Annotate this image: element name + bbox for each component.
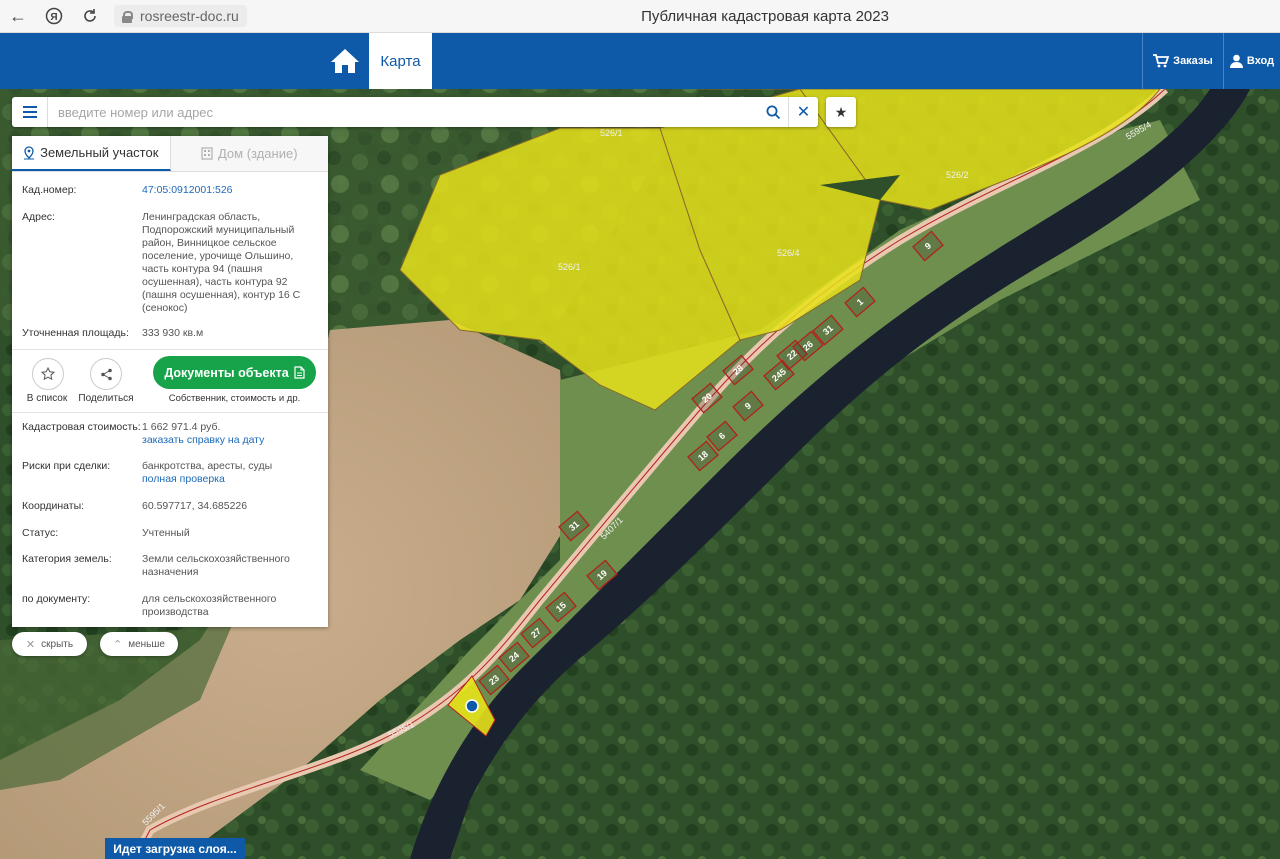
parcel-label: 526/4	[777, 248, 800, 258]
tab-house-label: Дом (здание)	[217, 146, 298, 161]
by-document-value: для сельскохозяйственного производства	[142, 593, 277, 618]
reload-icon[interactable]	[72, 0, 108, 33]
status-value: Учтенный	[142, 527, 190, 539]
location-pin-icon	[24, 145, 35, 159]
menu-button[interactable]	[12, 97, 48, 127]
hamburger-icon	[22, 106, 37, 118]
less-label: меньше	[128, 638, 165, 650]
tab-house[interactable]: Дом (здание)	[170, 136, 328, 171]
risks-value: банкротства, аресты, суды	[142, 460, 273, 472]
back-arrow-icon[interactable]: ←	[0, 0, 36, 33]
category-row: Категория земель: Земли сельскохозяйстве…	[22, 553, 318, 579]
user-icon	[1229, 54, 1243, 68]
object-documents-button[interactable]: Документы объекта	[153, 356, 316, 389]
parcel-label: 526/1	[558, 262, 581, 272]
browser-toolbar: ← Я rosreestr-doc.ru Публичная кадастров…	[0, 0, 1280, 33]
favorite-star-icon[interactable]: ★	[826, 97, 856, 127]
url-text: rosreestr-doc.ru	[140, 8, 239, 24]
login-button[interactable]: Вход	[1223, 33, 1280, 89]
docs-subtitle: Собственник, стоимость и др.	[168, 393, 301, 404]
hide-panel-button[interactable]: ✕ скрыть	[12, 632, 87, 656]
orders-button[interactable]: Заказы	[1142, 33, 1223, 89]
risks-row: Риски при сделки: банкротства, аресты, с…	[22, 460, 318, 486]
field-label: Уточненная площадь:	[22, 327, 129, 339]
clear-icon[interactable]: ✕	[788, 97, 818, 127]
search-button[interactable]	[758, 97, 788, 127]
tab-land-label: Земельный участок	[40, 145, 159, 160]
field-label: по документу:	[22, 593, 91, 605]
orders-label: Заказы	[1173, 55, 1213, 67]
document-icon	[294, 366, 305, 379]
share-icon	[100, 368, 112, 380]
cost-row: Кадастровая стоимость: 1 662 971.4 руб. …	[22, 421, 318, 447]
field-label: Кадастровая стоимость:	[22, 421, 141, 433]
field-label: Риски при сделки:	[22, 460, 111, 472]
share-label: Поделиться	[78, 393, 134, 404]
divider	[12, 412, 328, 413]
hide-label: скрыть	[41, 638, 74, 650]
share-button[interactable]	[90, 358, 122, 390]
docs-button-label: Документы объекта	[164, 365, 289, 380]
area-row: Уточненная площадь: 333 930 кв.м	[22, 327, 318, 340]
search-icon	[766, 105, 780, 119]
cad-number-link[interactable]: 47:05:0912001:526	[142, 184, 233, 196]
cost-value: 1 662 971.4 руб.	[142, 421, 221, 433]
parcel-label: 526/2	[946, 170, 969, 180]
yandex-icon[interactable]: Я	[36, 0, 72, 33]
selected-point-marker	[465, 699, 479, 713]
area-value: 333 930 кв.м	[142, 327, 204, 339]
svg-text:Я: Я	[50, 12, 57, 23]
less-button[interactable]: ⌃ меньше	[100, 632, 178, 656]
object-info-panel: Земельный участок Дом (здание) Кад.номер…	[12, 136, 328, 627]
field-label: Адрес:	[22, 211, 55, 223]
address-bar[interactable]: rosreestr-doc.ru	[114, 5, 247, 27]
field-label: Кад.номер:	[22, 184, 77, 196]
add-to-list-button[interactable]	[32, 358, 64, 390]
parcel-label: 526/1	[600, 128, 623, 138]
status-row: Статус: Учтенный	[22, 527, 318, 540]
panel-tabs: Земельный участок Дом (здание)	[12, 136, 328, 172]
address-value: Ленинградская область, Подпорожский муни…	[142, 211, 301, 314]
divider	[12, 349, 328, 350]
star-outline-icon	[41, 367, 55, 381]
cad-number-row: Кад.номер: 47:05:0912001:526	[22, 184, 318, 197]
building-icon	[201, 147, 213, 160]
close-icon: ✕	[25, 638, 36, 651]
by-document-row: по документу: для сельскохозяйственного …	[22, 593, 318, 619]
field-label: Координаты:	[22, 500, 85, 512]
search-input[interactable]	[48, 104, 758, 120]
layer-loading-indicator: Идет загрузка слоя...	[105, 838, 245, 859]
order-certificate-link[interactable]: заказать справку на дату	[142, 434, 264, 446]
lock-icon	[122, 10, 133, 23]
coords-row: Координаты: 60.597717, 34.685226	[22, 500, 318, 513]
address-row: Адрес: Ленинградская область, Подпорожск…	[22, 211, 318, 315]
tab-land-plot[interactable]: Земельный участок	[12, 136, 171, 171]
cart-icon	[1153, 54, 1170, 68]
category-value: Земли сельскохозяйственного назначения	[142, 553, 290, 578]
login-label: Вход	[1246, 55, 1275, 67]
chevron-up-icon: ⌃	[113, 638, 123, 651]
search-bar: ✕	[12, 97, 818, 127]
full-check-link[interactable]: полная проверка	[142, 473, 225, 485]
coords-value: 60.597717, 34.685226	[142, 500, 248, 512]
tab-map[interactable]: Карта	[369, 33, 432, 89]
field-label: Статус:	[22, 527, 59, 539]
home-icon[interactable]	[330, 47, 360, 75]
site-header: Карта Заказы Вход	[0, 33, 1280, 89]
field-label: Категория земель:	[22, 553, 112, 565]
